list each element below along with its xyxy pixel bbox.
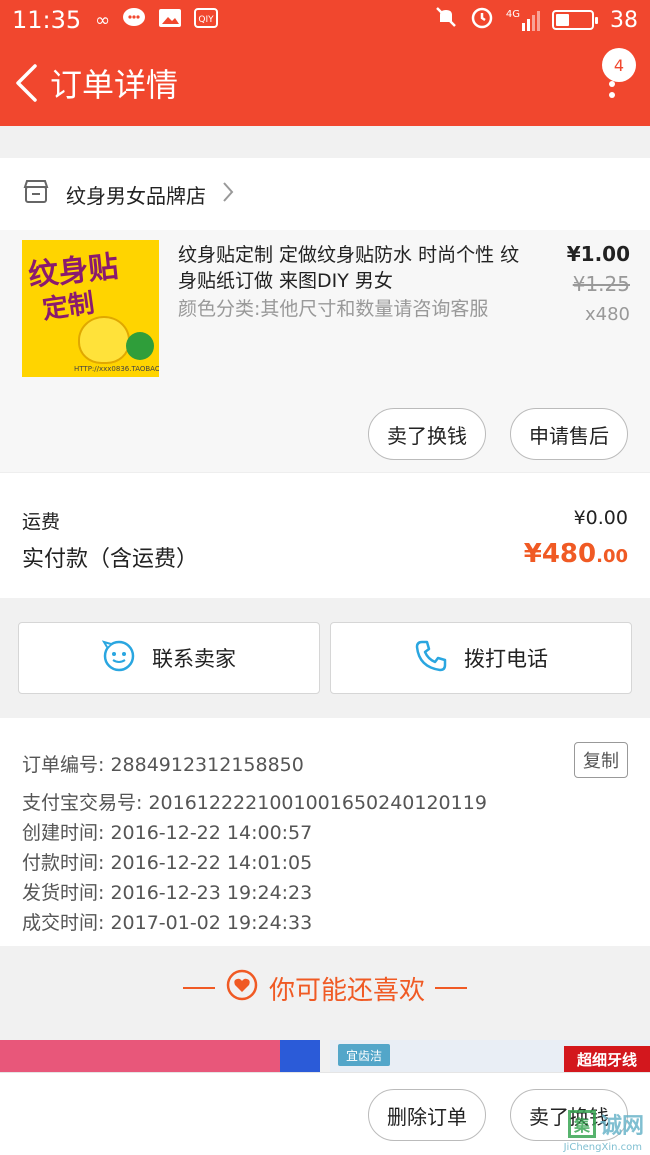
order-number: 订单编号: 2884912312158850 <box>22 754 304 776</box>
iqiyi-icon: QIY <box>194 7 219 33</box>
battery-percent: 38 <box>610 7 638 33</box>
page-title: 订单详情 <box>50 66 179 104</box>
recommend-header: 你可能还喜欢 <box>0 946 650 1030</box>
store-row[interactable]: 纹身男女品牌店 <box>0 158 650 230</box>
network-label: 4G <box>505 9 520 20</box>
recommend-list: 宜齿洁 超细牙线 <box>0 1040 650 1072</box>
photo-icon <box>158 8 182 33</box>
product-thumbnail[interactable]: 纹身贴 定制 HTTP://xxx0836.TAOBAO.COM <box>22 240 159 377</box>
watermark-text: 诚网 <box>599 1114 644 1139</box>
paid-amount-main: ¥480 <box>523 539 597 569</box>
sell-for-cash-button[interactable]: 卖了换钱 <box>368 408 486 460</box>
bottom-action-bar: 删除订单 卖了换钱 <box>0 1072 650 1155</box>
paid-label: 实付款（含运费） <box>22 547 199 572</box>
product-spec: 颜色分类:其他尺寸和数量请咨询客服 <box>178 298 489 320</box>
product-original-price: ¥1.25 <box>572 272 630 296</box>
status-bar: 11:35 ∞ QIY 4G 38 <box>0 0 650 40</box>
created-time: 创建时间: 2016-12-22 14:00:57 <box>22 822 313 844</box>
contact-row: 联系卖家 拨打电话 <box>0 614 650 704</box>
recommend-item-1[interactable] <box>0 1040 320 1072</box>
order-info: 订单编号: 2884912312158850 复制 支付宝交易号: 201612… <box>0 718 650 946</box>
watermark-domain: JiChengXin.com <box>563 1142 642 1153</box>
recommend-item-2-badge: 超细牙线 <box>564 1046 650 1072</box>
shipped-time: 发货时间: 2016-12-23 19:24:23 <box>22 882 313 904</box>
thumbnail-url-text: HTTP://xxx0836.TAOBAO.COM <box>74 365 159 373</box>
copy-button[interactable]: 复制 <box>574 742 628 778</box>
completed-time: 成交时间: 2017-01-02 19:24:33 <box>22 912 313 934</box>
chevron-right-icon <box>222 181 234 207</box>
store-name: 纹身男女品牌店 <box>66 183 206 208</box>
recommend-item-2-tag: 宜齿洁 <box>338 1044 391 1066</box>
chick-illustration <box>78 316 130 364</box>
alipay-number: 支付宝交易号: 2016122221001001650240120119 <box>22 792 487 814</box>
contact-seller-button[interactable]: 联系卖家 <box>18 622 320 694</box>
recommend-title: 你可能还喜欢 <box>268 975 425 1006</box>
product-item[interactable]: 纹身贴 定制 HTTP://xxx0836.TAOBAO.COM 纹身贴定制 定… <box>0 230 650 472</box>
chat-bubble-icon <box>101 639 136 678</box>
store-icon <box>22 179 50 209</box>
product-title[interactable]: 纹身贴定制 定做纹身贴防水 时尚个性 纹身贴纸订做 来图DIY 男女 <box>178 242 523 294</box>
paid-time: 付款时间: 2016-12-22 14:01:05 <box>22 852 313 874</box>
paid-amount: ¥480.00 <box>524 539 628 569</box>
recommend-item-2[interactable]: 宜齿洁 超细牙线 <box>330 1040 650 1072</box>
phone-icon <box>414 639 448 678</box>
watermark-char: 集 <box>567 1110 596 1138</box>
paid-amount-decimal: .00 <box>596 546 628 567</box>
svg-text:QIY: QIY <box>199 15 215 25</box>
divider-right <box>435 987 467 989</box>
shipping-value: ¥0.00 <box>573 507 628 529</box>
clover-illustration <box>126 332 154 360</box>
navbar: 订单详情 4 <box>0 40 650 126</box>
heart-icon <box>225 968 259 1009</box>
call-phone-label: 拨打电话 <box>464 647 548 671</box>
chat-icon <box>122 7 146 34</box>
product-quantity: x480 <box>584 304 630 325</box>
battery-icon <box>552 10 598 30</box>
back-arrow-icon[interactable] <box>4 40 48 126</box>
contact-seller-label: 联系卖家 <box>152 647 236 671</box>
watermark-logo: 集 诚网 JiChengXin.com <box>564 1108 644 1153</box>
infinity-icon: ∞ <box>95 9 111 31</box>
status-time: 11:35 <box>12 6 82 34</box>
mute-icon <box>434 5 458 35</box>
call-phone-button[interactable]: 拨打电话 <box>330 622 632 694</box>
apply-aftersale-button[interactable]: 申请售后 <box>510 408 628 460</box>
signal-icon: 4G <box>506 9 540 31</box>
product-price: ¥1.00 <box>566 242 630 266</box>
payment-summary: 运费 ¥0.00 实付款（含运费） ¥480.00 <box>0 472 650 598</box>
delete-order-button[interactable]: 删除订单 <box>368 1089 486 1141</box>
shipping-label: 运费 <box>22 511 61 533</box>
divider-left <box>182 987 215 989</box>
more-menu-icon[interactable] <box>602 70 622 110</box>
alarm-icon <box>470 5 494 35</box>
